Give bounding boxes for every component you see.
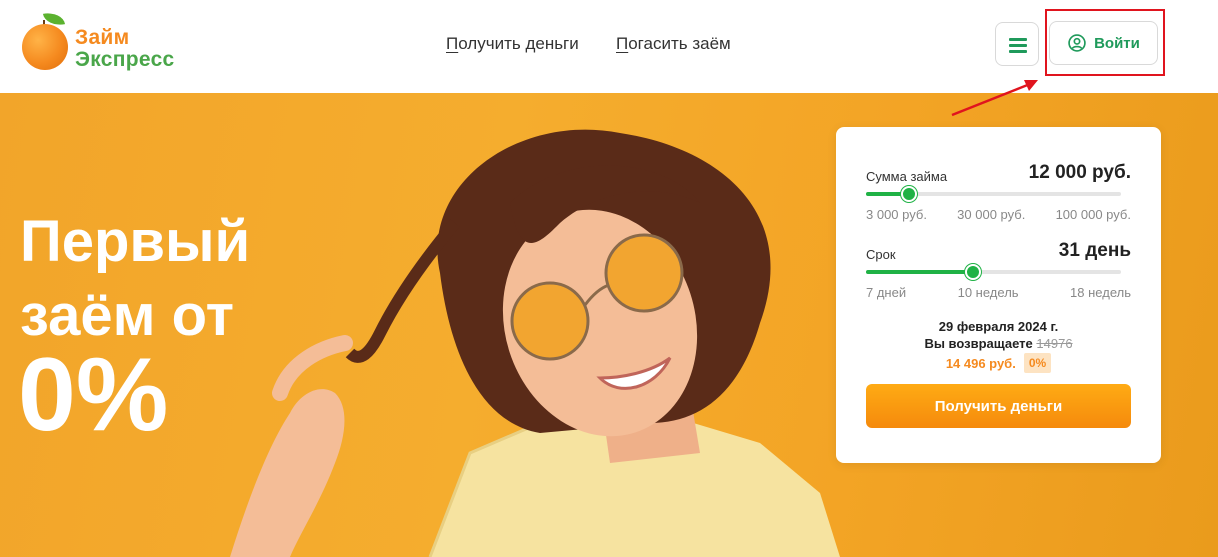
return-summary: Вы возвращаете 14976: [836, 336, 1161, 351]
orange-icon: [22, 24, 68, 70]
repayment-date: 29 февраля 2024 г.: [938, 319, 1059, 334]
amount-slider[interactable]: [866, 186, 1121, 202]
nav-repay-loan-accesskey: П: [616, 34, 629, 53]
term-slider[interactable]: [866, 264, 1121, 280]
return-new-amount: 14 496 руб.: [945, 355, 1016, 371]
term-tick-min: 7 дней: [866, 285, 907, 300]
amount-tick-max: 100 000 руб.: [1055, 207, 1131, 222]
amount-label: Сумма займа: [866, 169, 948, 184]
amount-tick-min: 3 000 руб.: [866, 207, 927, 222]
term-slider-fill: [866, 270, 974, 274]
discount-badge: 0%: [1023, 353, 1052, 373]
login-button[interactable]: Войти: [1049, 21, 1158, 65]
user-circle-icon: [1068, 34, 1086, 52]
nav-get-money[interactable]: Получить деньги: [446, 34, 579, 54]
amount-value: 12 000 руб.: [1028, 162, 1131, 183]
term-tick-max: 18 недель: [1070, 285, 1131, 300]
nav-repay-loan[interactable]: Погасить заём: [616, 34, 731, 54]
return-new-line: 14 496 руб. 0%: [836, 353, 1161, 373]
return-label: Вы возвращаете: [924, 336, 1033, 351]
get-money-button[interactable]: Получить деньги: [866, 384, 1131, 428]
header: Займ Экспресс Получить деньги Погасить з…: [0, 0, 1218, 93]
nav-get-money-label: олучить деньги: [458, 34, 579, 53]
term-ticks: 7 дней 10 недель 18 недель: [866, 285, 1131, 300]
amount-slider-handle[interactable]: [901, 186, 918, 202]
amount-ticks: 3 000 руб. 30 000 руб. 100 000 руб.: [866, 207, 1131, 222]
menu-button[interactable]: [995, 22, 1039, 66]
nav-get-money-accesskey: П: [446, 34, 459, 53]
term-tick-mid: 10 недель: [957, 285, 1019, 300]
return-old-amount: 14976: [1036, 336, 1073, 351]
term-slider-handle[interactable]: [965, 264, 982, 280]
term-value: 31 день: [1058, 240, 1131, 261]
brand-logo[interactable]: Займ Экспресс: [20, 10, 200, 74]
burger-line: [1009, 38, 1027, 41]
loan-calculator: Сумма займа 12 000 руб. 3 000 руб. 30 00…: [836, 127, 1161, 463]
hero-rate: 0%: [18, 337, 169, 453]
brand-name-line1: Займ: [75, 26, 130, 49]
burger-line: [1009, 44, 1027, 47]
brand-name-line2: Экспресс: [75, 48, 175, 71]
nav-repay-loan-label: огасить заём: [628, 34, 731, 53]
hero-title-line1: Первый: [20, 209, 251, 274]
term-label: Срок: [866, 247, 896, 262]
burger-line: [1009, 50, 1027, 53]
login-label: Войти: [1094, 34, 1140, 52]
amount-tick-mid: 30 000 руб.: [957, 207, 1026, 222]
hero-title: Первый заём от: [20, 205, 250, 353]
